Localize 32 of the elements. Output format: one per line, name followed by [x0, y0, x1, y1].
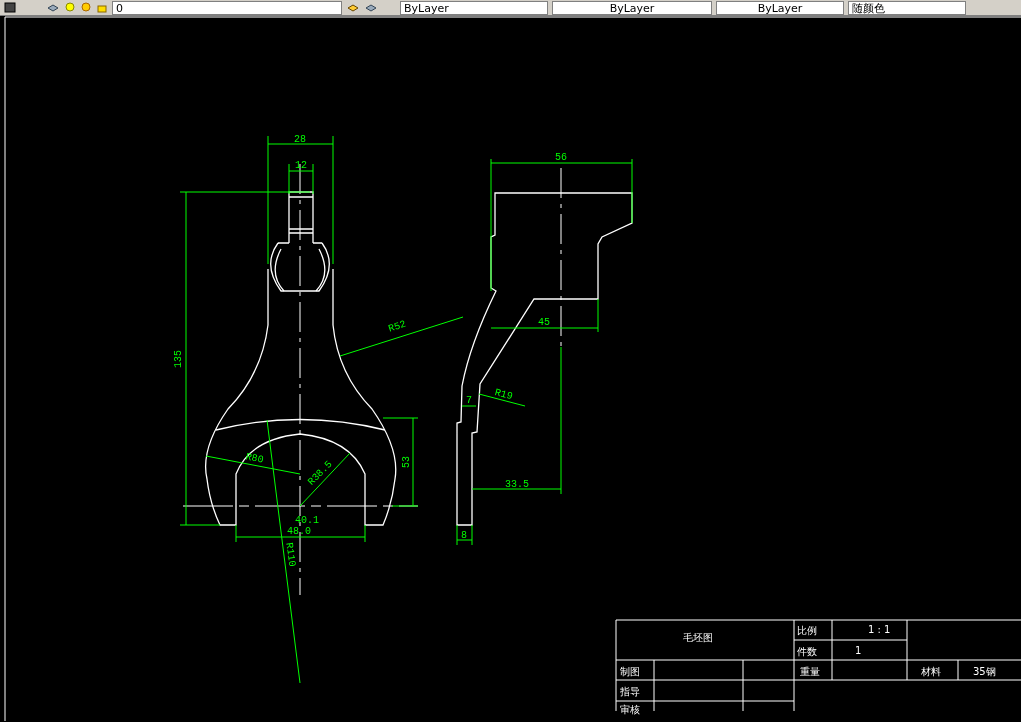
dimension-label: 7	[466, 395, 472, 406]
dimension-label: 56	[555, 152, 567, 163]
table-label: 件数	[797, 646, 817, 657]
dimension-label: 8	[461, 530, 467, 541]
table-value: 1	[855, 645, 862, 656]
dimension-label: R19	[493, 386, 514, 403]
dimension-label: R52	[386, 318, 408, 335]
table-label: 材料	[921, 666, 941, 677]
window-icon[interactable]	[4, 2, 16, 13]
table-value: 35钢	[973, 666, 996, 677]
dropdown-field[interactable]: ByLayer	[716, 0, 844, 15]
table-label: 审核	[620, 704, 640, 715]
dimension-label: 40.1	[295, 515, 319, 526]
dropdown-field[interactable]: ByLayer	[552, 0, 712, 15]
dimension-label: 48.0	[287, 526, 311, 537]
table-value: 1 : 1	[868, 624, 891, 635]
table-label: 重量	[800, 666, 820, 677]
drawing-title: 毛坯图	[683, 632, 713, 643]
table-label: 制图	[620, 666, 640, 677]
table-label: 比例	[797, 625, 817, 636]
table-label: 指导	[620, 686, 640, 697]
dimension-label: 12	[295, 160, 307, 171]
dropdown-field[interactable]: 随颜色	[848, 0, 966, 15]
dimension-label: 135	[173, 350, 184, 368]
dimension-label: 53	[401, 456, 412, 468]
dimension-label: R110	[283, 542, 298, 568]
dropdown-field[interactable]: 0	[112, 0, 342, 15]
dropdown-field[interactable]: ByLayer	[400, 0, 548, 15]
dimension-label: 33.5	[505, 479, 529, 490]
dimension-label: 45	[538, 317, 550, 328]
dimension-label: 28	[294, 134, 306, 145]
dimension-label: R80	[244, 451, 265, 466]
